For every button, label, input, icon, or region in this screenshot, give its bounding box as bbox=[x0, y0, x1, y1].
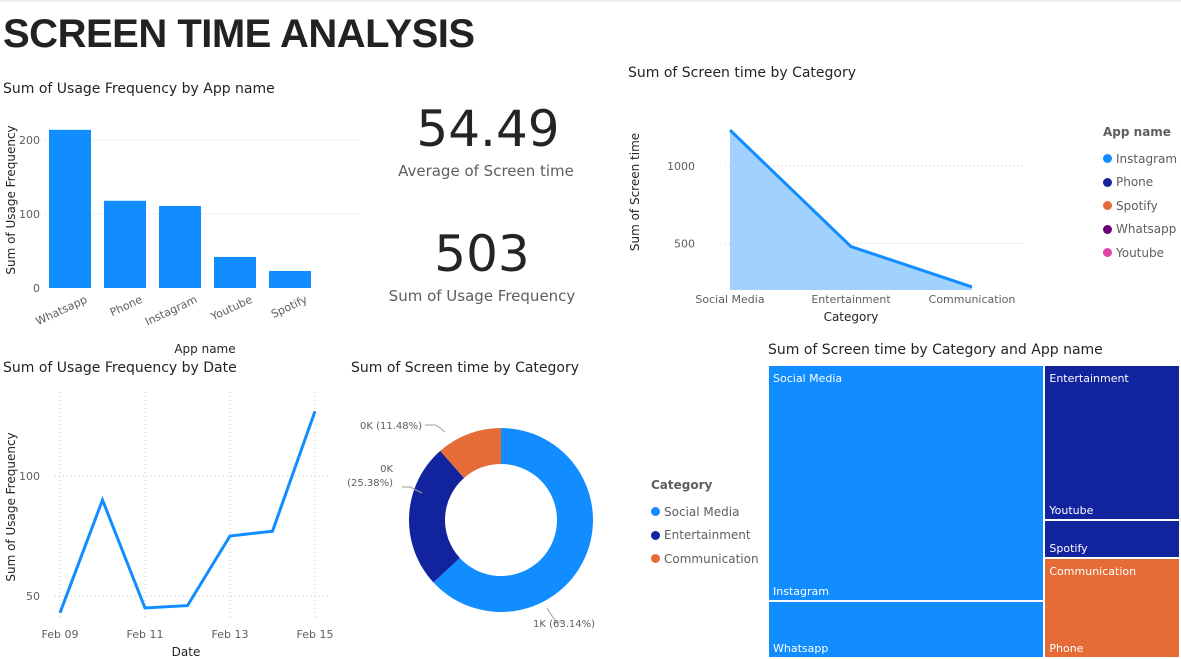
area-y-tick: 1000 bbox=[667, 160, 695, 173]
usage-by-date-line-chart[interactable]: 50 100 Feb 09 Feb 11 Feb 13 Feb 15 Date Sum of … bbox=[0, 380, 345, 659]
treemap-group-social-media-label: Social Media bbox=[773, 372, 843, 385]
legend-marker-icon bbox=[651, 530, 660, 540]
donut-legend-item[interactable]: Social Media bbox=[651, 500, 759, 524]
legend-marker-icon bbox=[1103, 201, 1112, 211]
area-legend-item[interactable]: Instagram bbox=[1103, 147, 1177, 171]
legend-marker-icon bbox=[1103, 154, 1112, 164]
legend-marker-icon bbox=[1103, 248, 1112, 258]
area-legend-item[interactable]: Phone bbox=[1103, 171, 1177, 195]
screen-time-treemap[interactable]: Instagram Whatsapp Social Media Youtube Spot… bbox=[768, 365, 1180, 658]
line-y-axis-label: Sum of Usage Frequency bbox=[4, 432, 18, 581]
screen-time-by-category-area-chart[interactable]: 500 1000 Social Media Entertainment Communic… bbox=[620, 100, 1060, 330]
bar-x-tick: Whatsapp bbox=[34, 293, 90, 328]
bar[interactable] bbox=[214, 256, 256, 288]
donut-legend-label: Entertainment bbox=[664, 528, 751, 543]
line-y-tick: 100 bbox=[19, 470, 40, 483]
area-fill bbox=[730, 130, 972, 290]
bar-y-tick: 200 bbox=[19, 134, 40, 147]
usage-line[interactable] bbox=[58, 410, 317, 614]
legend-marker-icon bbox=[651, 507, 660, 517]
bar-y-tick: 100 bbox=[19, 208, 40, 221]
treemap-title: Sum of Screen time by Category and App n… bbox=[768, 342, 1103, 358]
area-legend-label: Spotify bbox=[1116, 198, 1158, 213]
donut-chart-title: Sum of Screen time by Category bbox=[351, 360, 580, 376]
bar[interactable] bbox=[159, 205, 201, 288]
treemap-group-communication-label: Communication bbox=[1049, 565, 1137, 579]
line-x-axis-label: Date bbox=[172, 645, 201, 659]
treemap-group-entertainment[interactable]: Entertainment bbox=[1044, 365, 1180, 559]
line-x-tick: Feb 11 bbox=[127, 628, 164, 641]
area-x-axis-label: Category bbox=[824, 310, 879, 324]
area-legend-label: Whatsapp bbox=[1116, 222, 1177, 237]
bar-y-axis-label: Sum of Usage Frequency bbox=[4, 125, 18, 274]
page-title: SCREEN TIME ANALYSIS bbox=[3, 12, 475, 56]
bar-y-tick: 0 bbox=[33, 282, 40, 295]
bar-x-tick: Phone bbox=[108, 293, 145, 319]
area-chart-title: Sum of Screen time by Category bbox=[628, 65, 857, 81]
donut-legend-label: Social Media bbox=[664, 504, 740, 519]
line-x-tick: Feb 09 bbox=[42, 628, 79, 641]
donut-data-label: 1K (63.14%) bbox=[533, 619, 595, 630]
sum-usage-frequency-value: 503 bbox=[434, 225, 530, 283]
area-y-axis-label: Sum of Screen time bbox=[628, 133, 642, 251]
bar-x-tick: Youtube bbox=[208, 293, 254, 324]
bar[interactable] bbox=[104, 200, 146, 288]
donut-legend-label: Communication bbox=[664, 551, 759, 566]
line-x-tick: Feb 13 bbox=[212, 628, 249, 641]
donut-data-label: 0K (25.38%) bbox=[347, 464, 393, 489]
area-legend-label: Phone bbox=[1116, 175, 1154, 190]
donut-legend-item[interactable]: Communication bbox=[651, 547, 759, 571]
donut-data-label: 0K (11.48%) bbox=[360, 421, 422, 432]
sum-usage-frequency-label: Sum of Usage Frequency bbox=[388, 287, 576, 305]
treemap-group-communication[interactable]: Communication bbox=[1044, 558, 1180, 658]
legend-marker-icon bbox=[1103, 224, 1112, 234]
bar[interactable] bbox=[49, 129, 91, 288]
bar-chart-title: Sum of Usage Frequency by App name bbox=[3, 81, 275, 97]
avg-screen-time-value: 54.49 bbox=[416, 100, 560, 158]
treemap-group-entertainment-label: Entertainment bbox=[1049, 372, 1129, 385]
area-legend-title: App name bbox=[1103, 125, 1171, 139]
area-legend-label: Youtube bbox=[1116, 245, 1164, 260]
donut-leader-line bbox=[425, 424, 446, 433]
area-legend-item[interactable]: Spotify bbox=[1103, 194, 1177, 218]
line-y-tick: 50 bbox=[26, 590, 40, 603]
usage-by-app-bar-chart[interactable]: 0 100 200 Whatsapp PhoneInstagram Youtube Spot… bbox=[0, 100, 380, 360]
line-chart-title: Sum of Usage Frequency by Date bbox=[3, 360, 237, 376]
top-divider bbox=[0, 0, 1181, 2]
line-x-tick: Feb 15 bbox=[297, 628, 334, 641]
area-x-tick: Communication bbox=[929, 293, 1016, 306]
area-x-tick: Social Media bbox=[695, 293, 764, 306]
donut-legend-title: Category bbox=[651, 478, 713, 492]
bar-x-axis-label: App name bbox=[174, 342, 235, 356]
legend-marker-icon bbox=[1103, 177, 1112, 187]
legend-marker-icon bbox=[651, 554, 660, 564]
bar[interactable] bbox=[269, 271, 311, 288]
area-legend: App name Instagram Phone Spotify Whatsapp Yo… bbox=[1103, 125, 1177, 265]
bar-x-tick: Spotify bbox=[269, 293, 310, 321]
area-legend-item[interactable]: Whatsapp bbox=[1103, 218, 1177, 242]
area-legend-label: Instagram bbox=[1116, 151, 1178, 166]
area-x-tick: Entertainment bbox=[811, 293, 891, 306]
area-y-tick: 500 bbox=[674, 237, 695, 250]
area-legend-item[interactable]: Youtube bbox=[1103, 241, 1177, 265]
treemap-group-social-media[interactable]: Social Media bbox=[768, 365, 1045, 658]
donut-legend: Category Social Media Entertainment Commun… bbox=[651, 478, 759, 571]
screen-time-by-category-donut-chart[interactable]: 1K (63.14%) 0K (25.38%) 0K (11.48%) bbox=[340, 380, 640, 659]
bar-x-tick: Instagram bbox=[143, 293, 199, 328]
donut-legend-item[interactable]: Entertainment bbox=[651, 524, 759, 548]
avg-screen-time-label: Average of Screen time bbox=[398, 162, 574, 180]
